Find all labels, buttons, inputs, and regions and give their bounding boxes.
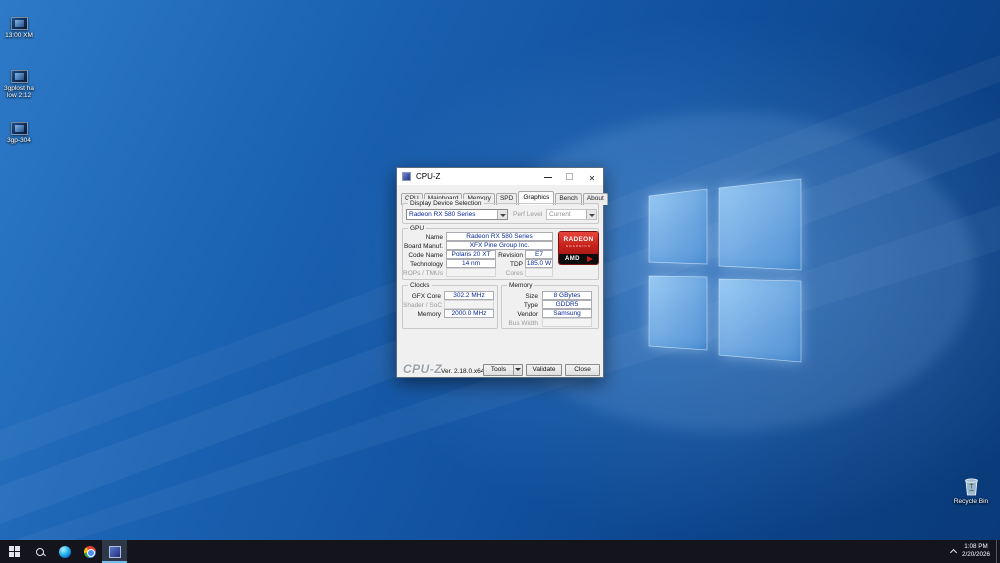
perf-level-combobox[interactable]: Current [546,209,597,220]
video-file-thumbnail-icon [10,122,28,135]
minimize-button[interactable] [537,168,559,185]
radeon-label: RADEON [563,236,594,243]
mem-type-label: Type [523,302,538,309]
group-label: Memory [507,281,535,290]
group-label: Clocks [408,281,432,290]
display-device-combobox[interactable]: Radeon RX 580 Series [406,209,508,220]
validate-button[interactable]: Validate [526,364,562,376]
amd-logo: AMD [565,256,580,262]
name-label: Name [425,234,443,241]
tdp-field: 185.0 W [525,259,553,268]
titlebar[interactable]: CPU-Z ✕ [397,168,603,185]
desktop-icon-label: 13:00 XM [5,32,33,39]
gpu-group: GPU Name Radeon RX 580 Series Board Manu… [402,224,599,280]
mem-vendor-label: Vendor [517,311,538,318]
taskbar-edge-button[interactable] [52,540,77,563]
shader-soc-field [444,300,494,309]
desktop-icon-file2[interactable]: 3gplost ha low 2:12 [0,70,38,99]
rops-tmus-field [446,268,496,277]
cpuz-app-icon [402,172,411,181]
tab-strip: CPUMainboardMemorySPDGraphicsBenchAbout [401,187,609,205]
amd-brand-strip: AMD [559,254,598,264]
recycle-bin[interactable]: Recycle Bin [950,477,992,505]
desktop-icon-label: 3gplost ha low 2:12 [4,85,34,99]
tools-button[interactable]: Tools [483,364,523,376]
taskbar: 1:08 PM 2/20/2026 [0,540,1000,563]
gfx-core-label: GFX Core [411,293,441,300]
video-file-thumbnail-icon [10,17,28,30]
clocks-group: Clocks GFX Core 302.2 MHz Shader / SoC M… [402,281,498,329]
close-icon: ✕ [588,174,596,183]
desktop-icon-file3[interactable]: 3gp-304 [0,122,38,144]
bus-width-label: Bus Width [508,320,538,327]
group-label: Display Device Selection [408,199,484,208]
display-device-value: Radeon RX 580 Series [409,211,476,218]
cpuz-footer-logo: CPU-Z [403,362,443,376]
search-icon [35,547,44,556]
perf-level-value: Current [549,211,571,218]
video-file-thumbnail-icon [10,70,28,83]
windows-logo-icon [9,546,20,557]
chrome-icon [83,545,96,558]
mem-vendor-field: Samsung [542,309,592,318]
clock-time: 1:08 PM [964,543,988,550]
mem-type-field: GDDR5 [542,300,592,309]
code-name-field: Polaris 20 XT [446,250,496,259]
search-button[interactable] [27,540,52,563]
display-device-selection-group: Display Device Selection Radeon RX 580 S… [402,199,599,224]
start-button[interactable] [2,540,27,563]
desktop-icon-label: 3gp-304 [7,137,31,144]
rops-tmus-label: ROPs / TMUs [403,270,443,277]
board-manuf-label: Board Manuf. [403,243,443,250]
revision-label: Revision [498,252,523,259]
recycle-bin-icon [964,478,978,496]
tools-button-label: Tools [490,366,507,373]
close-button[interactable]: ✕ [581,168,603,185]
chevron-up-icon [950,548,957,555]
taskbar-clock[interactable]: 1:08 PM 2/20/2026 [958,543,994,559]
memory-group: Memory Size 8 GBytes Type GDDR5 Vendor S… [501,281,599,329]
memory-clock-label: Memory [417,311,441,318]
memory-clock-field: 2000.0 MHz [444,309,494,318]
maximize-button[interactable] [559,168,581,185]
edge-icon [58,545,71,558]
radeon-graphics-badge: RADEON GRAPHICS AMD [559,232,598,264]
shader-soc-label: Shader / SoC [403,302,443,309]
version-text: Ver. 2.18.0.x64 [441,368,485,375]
board-manuf-field: XFX Pine Group Inc. [446,241,553,250]
mem-size-label: Size [525,293,538,300]
taskbar-chrome-button[interactable] [77,540,102,563]
minimize-icon [544,177,552,178]
window-title: CPU-Z [416,172,441,181]
taskbar-cpuz-button[interactable] [102,540,127,563]
perf-level-label: Perf Level [513,211,543,218]
bus-width-field [542,318,592,327]
desktop-icon-file1[interactable]: 13:00 XM [0,17,38,39]
desktop: 13:00 XM 3gplost ha low 2:12 3gp-304 Rec… [0,0,1000,563]
technology-field: 14 nm [446,259,496,268]
show-desktop-button[interactable] [996,540,1000,563]
code-name-label: Code Name [408,252,443,259]
cpuz-window: CPU-Z ✕ CPUMainboardMemorySPDGraphicsBen… [396,167,608,378]
clock-date: 2/20/2026 [961,551,990,558]
graphics-label: GRAPHICS [565,244,592,248]
cores-label: Cores [505,270,523,277]
amd-arrow-icon [587,256,593,262]
recycle-bin-label: Recycle Bin [953,498,989,505]
group-label: GPU [408,224,427,233]
tools-dropdown-arrow-icon[interactable] [513,365,522,375]
technology-label: Technology [410,261,443,268]
close-window-button[interactable]: Close [565,364,600,376]
cpuz-taskbar-icon [108,545,121,558]
tdp-label: TDP [510,261,523,268]
mem-size-field: 8 GBytes [542,291,592,300]
gfx-core-field: 302.2 MHz [444,291,494,300]
cores-field [525,268,553,277]
revision-field: E7 [525,250,553,259]
chevron-down-icon[interactable] [586,210,596,219]
chevron-down-icon[interactable] [497,210,507,219]
gpu-name-field: Radeon RX 580 Series [446,232,553,241]
maximize-icon [566,173,573,180]
